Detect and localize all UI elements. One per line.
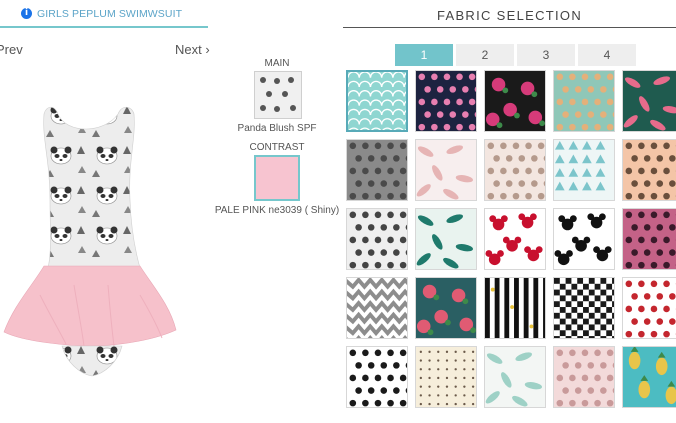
prev-link[interactable]: Prev: [0, 42, 23, 57]
fabric-pattern-mickey-black: [554, 209, 614, 269]
fabric-pattern-elephants-grey: [347, 140, 407, 200]
fabric-pattern-cherries-white: [623, 278, 676, 338]
contrast-fabric-name: PALE PINK ne3039 ( Shiny): [212, 205, 342, 216]
fabric-swatch-leopard-pink[interactable]: [622, 208, 676, 270]
fabric-selection-title: FABRIC SELECTION: [343, 8, 676, 23]
product-title[interactable]: GIRLS PEPLUM SWIMWSUIT: [37, 8, 182, 20]
fabric-pattern-tropical-palm: [416, 209, 476, 269]
fabric-swatch-pink-feathers[interactable]: [415, 139, 477, 201]
contrast-fabric-swatch[interactable]: [254, 155, 300, 201]
fabric-swatch-donuts-mint[interactable]: [553, 70, 615, 132]
contrast-label: CONTRAST: [222, 142, 332, 153]
fabric-swatch-flamingo-teal[interactable]: [622, 70, 676, 132]
tab-page-3[interactable]: 3: [517, 44, 575, 66]
fabric-pattern-cream-dots: [416, 347, 476, 407]
fabric-swatch-panda-blush[interactable]: [346, 208, 408, 270]
main-fabric-swatch[interactable]: [254, 71, 302, 119]
fabric-swatch-watermelon-teal[interactable]: [415, 277, 477, 339]
fabric-pattern-roses-black: [485, 71, 545, 131]
fabric-pattern-sloths-blush: [485, 140, 545, 200]
fabric-swatch-elephants-grey[interactable]: [346, 139, 408, 201]
fabric-swatch-minnie-red[interactable]: [484, 208, 546, 270]
fabric-pattern-unicorn-navy: [416, 71, 476, 131]
fabric-swatch-roses-black[interactable]: [484, 70, 546, 132]
fabric-swatch-chevron-grey[interactable]: [346, 277, 408, 339]
tab-page-1[interactable]: 1: [395, 44, 453, 66]
info-icon[interactable]: i: [21, 8, 32, 19]
fabric-pattern-watermelon-teal: [416, 278, 476, 338]
fabric-pattern-dalmatian: [347, 347, 407, 407]
fabric-swatch-sloths-blush[interactable]: [484, 139, 546, 201]
fabric-pattern-chevron-grey: [347, 278, 407, 338]
fabric-selection-header: FABRIC SELECTION: [343, 0, 676, 28]
fabric-pattern-houndstooth: [554, 278, 614, 338]
swimsuit-preview: [0, 100, 180, 418]
fabric-swatch-diamonds-mint[interactable]: [553, 139, 615, 201]
fabric-swatch-tropical-palm[interactable]: [415, 208, 477, 270]
fabric-swatch-houndstooth[interactable]: [553, 277, 615, 339]
fabric-swatch-scallop-mint[interactable]: [346, 70, 408, 132]
fabric-pattern-flamingo-teal: [623, 71, 676, 131]
fabric-swatch-cherries-white[interactable]: [622, 277, 676, 339]
fabric-pattern-scallop-mint: [348, 72, 406, 130]
fabric-pattern-pineapple-teal: [623, 347, 676, 407]
fabric-pattern-donuts-mint: [554, 71, 614, 131]
tab-page-4[interactable]: 4: [578, 44, 636, 66]
fabric-pattern-cats-peach: [623, 140, 676, 200]
product-header: i GIRLS PEPLUM SWIMWSUIT: [0, 0, 208, 28]
fabric-pattern-llama-pink: [554, 347, 614, 407]
fabric-swatch-cream-dots[interactable]: [415, 346, 477, 408]
fabric-pattern-stripes-stars: [485, 278, 545, 338]
next-link[interactable]: Next ›: [175, 42, 210, 57]
fabric-swatch-pineapple-teal[interactable]: [622, 346, 676, 408]
fabric-pattern-minnie-red: [485, 209, 545, 269]
fabric-swatch-llama-pink[interactable]: [553, 346, 615, 408]
fabric-pattern-leopard-pink: [623, 209, 676, 269]
fabric-swatch-mickey-black[interactable]: [553, 208, 615, 270]
fabric-pattern-panda-blush: [347, 209, 407, 269]
fabric-swatch-unicorn-navy[interactable]: [415, 70, 477, 132]
main-label: MAIN: [222, 58, 332, 69]
tab-page-2[interactable]: 2: [456, 44, 514, 66]
fabric-swatch-cats-peach[interactable]: [622, 139, 676, 201]
main-fabric-name: Panda Blush SPF: [222, 123, 332, 134]
fabric-pattern-diamonds-mint: [554, 140, 614, 200]
fabric-swatch-dalmatian[interactable]: [346, 346, 408, 408]
fabric-pattern-pastel-feathers: [485, 347, 545, 407]
fabric-swatch-stripes-stars[interactable]: [484, 277, 546, 339]
fabric-swatch-pastel-feathers[interactable]: [484, 346, 546, 408]
fabric-pattern-pink-feathers: [416, 140, 476, 200]
